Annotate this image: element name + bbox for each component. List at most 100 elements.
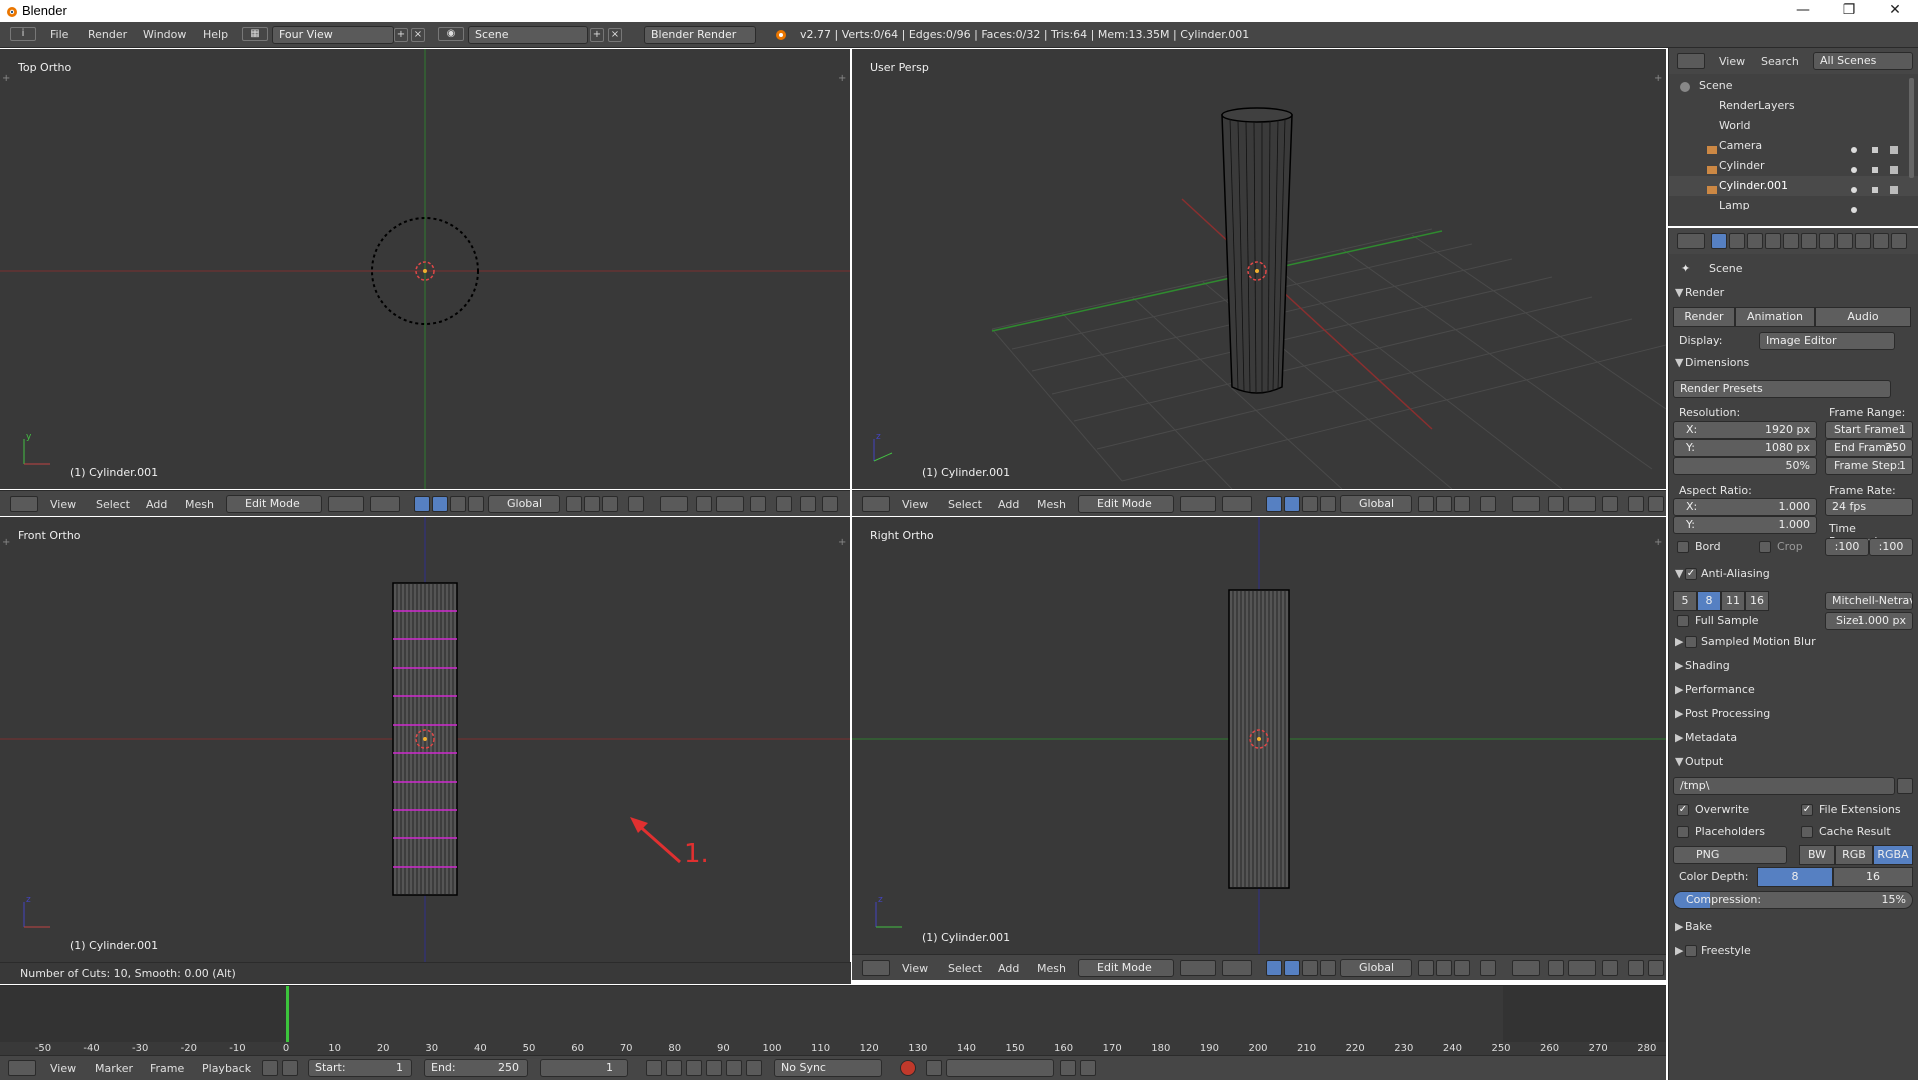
overwrite-checkbox[interactable]: ✓: [1677, 804, 1689, 816]
audio-button[interactable]: Audio: [1815, 307, 1911, 327]
panel-metadata-header[interactable]: ▶ Metadata: [1675, 731, 1913, 744]
shading-selector[interactable]: [328, 496, 364, 512]
menu-help[interactable]: Help: [203, 28, 228, 41]
proportional-icon[interactable]: [1480, 960, 1496, 976]
color-rgba-button[interactable]: RGBA: [1873, 845, 1913, 865]
aa-sample-8[interactable]: 8: [1697, 591, 1721, 611]
menu-render[interactable]: Render: [88, 28, 127, 41]
snap-target-icon[interactable]: [1548, 960, 1564, 976]
data-tab-icon[interactable]: [1837, 233, 1853, 249]
crop-checkbox[interactable]: [1759, 541, 1771, 553]
object-tab-icon[interactable]: [1783, 233, 1799, 249]
occlude-icon[interactable]: [1602, 496, 1618, 512]
motion-blur-checkbox[interactable]: [1685, 636, 1697, 648]
rotate-icon[interactable]: [450, 496, 466, 512]
start-frame-field[interactable]: Start: 1: [308, 1059, 412, 1077]
keyingset-field[interactable]: [946, 1059, 1054, 1077]
resolution-y-field[interactable]: Y: 1080 px: [1673, 439, 1817, 457]
split-corner-icon[interactable]: +: [1654, 538, 1662, 548]
rotate-icon[interactable]: [1302, 960, 1318, 976]
restore-button[interactable]: ❐: [1826, 0, 1872, 22]
camera-icon[interactable]: [1648, 960, 1664, 976]
color-depth-8-button[interactable]: 8: [1757, 867, 1833, 887]
start-frame-field[interactable]: Start Frame: 1: [1825, 421, 1913, 439]
lock-icon[interactable]: [282, 1060, 298, 1076]
panel-dimensions-header[interactable]: ▼ Dimensions: [1675, 356, 1913, 369]
panel-freestyle-header[interactable]: ▶ Freestyle: [1675, 944, 1913, 957]
render-tab-icon[interactable]: [1711, 233, 1727, 249]
snap-target-icon[interactable]: [1548, 496, 1564, 512]
scale-icon[interactable]: [1320, 496, 1336, 512]
snap-target-icon[interactable]: [696, 496, 712, 512]
physics-tab-icon[interactable]: [1891, 233, 1907, 249]
manipulator-icon[interactable]: [414, 496, 430, 512]
frame-step-field[interactable]: Frame Step: 1: [1825, 457, 1913, 475]
panel-antialiasing-header[interactable]: ▼ ✓ Anti-Aliasing: [1675, 567, 1913, 580]
outliner-item[interactable]: Camera: [1669, 136, 1918, 156]
animation-button[interactable]: Animation: [1735, 307, 1815, 327]
camera-icon[interactable]: [1648, 496, 1664, 512]
shading-selector[interactable]: [1180, 496, 1216, 512]
add-layout-icon[interactable]: +: [394, 28, 408, 42]
menu-add[interactable]: Add: [998, 498, 1019, 511]
frame-rate-selector[interactable]: 24 fps: [1825, 498, 1913, 516]
menu-frame[interactable]: Frame: [150, 1062, 184, 1075]
current-frame-field[interactable]: 1: [540, 1059, 628, 1077]
translate-icon[interactable]: [1284, 960, 1300, 976]
aspect-y-field[interactable]: Y: 1.000: [1673, 516, 1817, 534]
texture-tab-icon[interactable]: [1873, 233, 1889, 249]
layer-icon[interactable]: [1454, 960, 1470, 976]
editor-type-icon[interactable]: [1677, 233, 1705, 249]
outliner[interactable]: View Search All Scenes Scene RenderLayer…: [1668, 48, 1918, 226]
menu-view[interactable]: View: [50, 498, 76, 511]
aa-size-field[interactable]: Size: 1.000 px: [1825, 612, 1913, 630]
color-depth-16-button[interactable]: 16: [1833, 867, 1913, 887]
color-bw-button[interactable]: BW: [1799, 845, 1835, 865]
translate-icon[interactable]: [432, 496, 448, 512]
outliner-item[interactable]: RenderLayers: [1669, 96, 1918, 116]
layout-icon[interactable]: ▦: [242, 27, 268, 41]
proportional-icon[interactable]: [1480, 496, 1496, 512]
layer-icon[interactable]: [1436, 496, 1452, 512]
timeline[interactable]: -50 -40 -30 -20 -10 0 10 20 30 40 50 60 70 80 90 100 110…: [0, 985, 1666, 1055]
minimize-button[interactable]: —: [1780, 0, 1826, 22]
layer-icon[interactable]: [1454, 496, 1470, 512]
insert-key-icon[interactable]: [1060, 1060, 1076, 1076]
manipulator-icon[interactable]: [1266, 496, 1282, 512]
menu-select[interactable]: Select: [948, 498, 982, 511]
split-corner-icon[interactable]: +: [1654, 74, 1662, 84]
layer-icon[interactable]: [1418, 496, 1434, 512]
orientation-selector[interactable]: Global: [488, 495, 560, 513]
render-engine-selector[interactable]: Blender Render: [644, 26, 756, 44]
menu-window[interactable]: Window: [143, 28, 186, 41]
proportional-icon[interactable]: [628, 496, 644, 512]
panel-post-processing-header[interactable]: ▶ Post Processing: [1675, 707, 1913, 720]
menu-view[interactable]: View: [902, 498, 928, 511]
antialiasing-checkbox[interactable]: ✓: [1685, 568, 1697, 580]
layer-icon[interactable]: [1436, 960, 1452, 976]
layout-selector[interactable]: Four View: [272, 26, 394, 44]
snap-icon[interactable]: [1512, 496, 1540, 512]
editor-type-icon[interactable]: [1677, 53, 1705, 69]
remap-new-field[interactable]: :100: [1869, 538, 1913, 556]
menu-playback[interactable]: Playback: [202, 1062, 251, 1075]
jump-start-icon[interactable]: [646, 1060, 662, 1076]
keying-icon[interactable]: [262, 1060, 278, 1076]
next-key-icon[interactable]: [726, 1060, 742, 1076]
outliner-item[interactable]: Cylinder: [1669, 156, 1918, 176]
scene-icon[interactable]: ◉: [438, 27, 464, 41]
render-button[interactable]: Render: [1673, 307, 1735, 327]
menu-select[interactable]: Select: [948, 962, 982, 975]
panel-motion-blur-header[interactable]: ▶ Sampled Motion Blur: [1675, 635, 1913, 648]
editor-type-icon[interactable]: [8, 1060, 36, 1076]
snap-icon[interactable]: [660, 496, 688, 512]
play-icon[interactable]: [706, 1060, 722, 1076]
scale-icon[interactable]: [1320, 960, 1336, 976]
remap-old-field[interactable]: :100: [1825, 538, 1869, 556]
render-icon[interactable]: [776, 496, 792, 512]
split-corner-icon[interactable]: +: [2, 74, 10, 84]
orientation-selector[interactable]: Global: [1340, 959, 1412, 977]
file-format-selector[interactable]: PNG: [1673, 846, 1787, 864]
file-extensions-checkbox[interactable]: ✓: [1801, 804, 1813, 816]
properties-editor[interactable]: ✦ Scene ▼ Render Render Animation Audio D…: [1668, 228, 1918, 1080]
